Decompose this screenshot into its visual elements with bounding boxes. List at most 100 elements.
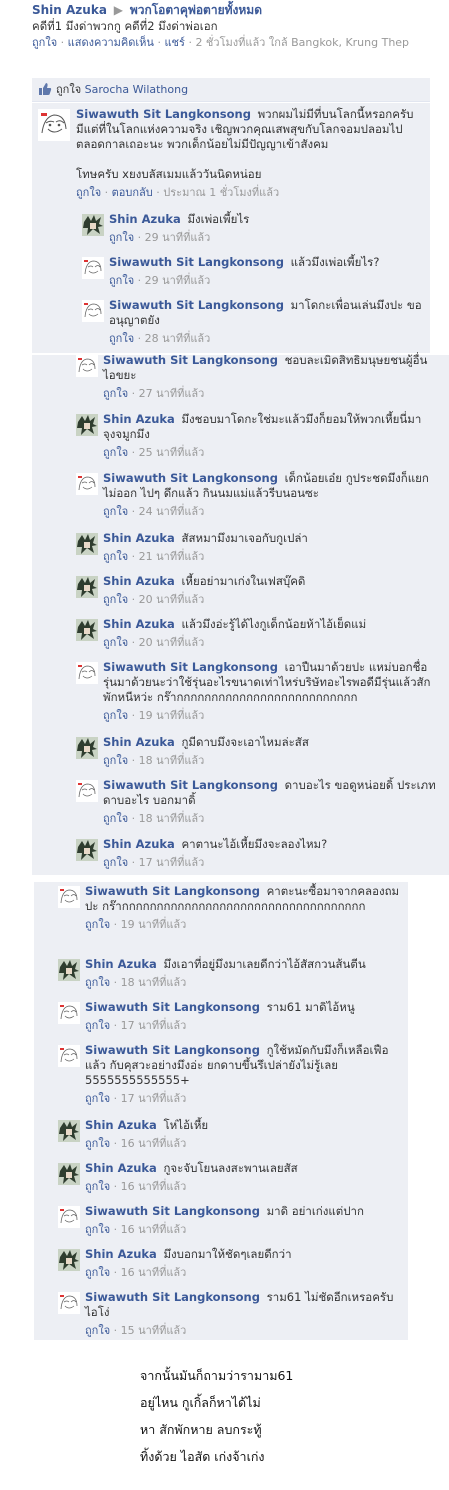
anime-avatar-icon[interactable] — [76, 414, 98, 436]
sketch-avatar-icon[interactable] — [58, 886, 80, 908]
commenter-name-link[interactable]: Shin Azuka — [85, 1118, 157, 1132]
commenter-name-link[interactable]: Shin Azuka — [103, 837, 175, 851]
comment-like-link[interactable]: ถูกใจ — [109, 274, 134, 287]
commenter-name-link[interactable]: Shin Azuka — [103, 531, 175, 545]
post-like-link[interactable]: ถูกใจ — [32, 36, 57, 49]
sketch-avatar-icon[interactable] — [58, 1206, 80, 1228]
post-group-link[interactable]: พวกโอตาคุพ่อตายทั้งหมด — [130, 3, 262, 17]
comment-meta: ถูกใจ · 18 นาทีที่แล้ว — [85, 976, 187, 989]
commenter-name-link[interactable]: Siwawuth Sit Langkonsong — [85, 884, 260, 898]
anime-avatar-icon[interactable] — [58, 1249, 80, 1271]
anime-avatar-icon[interactable] — [76, 619, 98, 641]
commenter-name-link[interactable]: Siwawuth Sit Langkonsong — [103, 353, 278, 367]
post-text: คดีที่1 มึงด่าพวกกู คดีที่2 มึงด่าพ่อเอก — [32, 19, 218, 33]
sketch-avatar-icon[interactable] — [58, 1045, 80, 1067]
comment-time: ประมาณ 1 ชั่วโมงที่แล้ว — [163, 186, 280, 199]
sketch-avatar-icon[interactable] — [58, 1002, 80, 1024]
commenter-name-link[interactable]: Shin Azuka — [109, 212, 181, 226]
comment-like-link[interactable]: ถูกใจ — [85, 1324, 110, 1337]
anime-avatar-icon[interactable] — [76, 533, 98, 555]
comment-like-link[interactable]: ถูกใจ — [85, 1019, 110, 1032]
commenter-name-link[interactable]: Shin Azuka — [103, 574, 175, 588]
comment-like-link[interactable]: ถูกใจ — [103, 505, 128, 518]
anime-avatar-icon[interactable] — [76, 576, 98, 598]
commenter-name-link[interactable]: Siwawuth Sit Langkonsong — [103, 660, 278, 674]
comment-like-link[interactable]: ถูกใจ — [103, 754, 128, 767]
commenter-name-link[interactable]: Shin Azuka — [85, 1161, 157, 1175]
post-time: 2 ชั่วโมงที่แล้ว ใกล้ Bangkok, Krung The… — [195, 36, 410, 49]
sketch-avatar-icon[interactable] — [82, 257, 104, 279]
comment-time: 18 นาทีที่แล้ว — [138, 812, 205, 825]
comment-time: 18 นาทีที่แล้ว — [120, 976, 187, 989]
commenter-name-link[interactable]: Siwawuth Sit Langkonsong — [85, 1204, 260, 1218]
comment-like-link[interactable]: ถูกใจ — [85, 1223, 110, 1236]
comment-time: 19 นาทีที่แล้ว — [138, 709, 205, 722]
sketch-avatar-icon[interactable] — [76, 662, 98, 684]
sketch-avatar-icon[interactable] — [58, 1292, 80, 1314]
comment-time: 29 นาทีที่แล้ว — [144, 231, 211, 244]
comment-like-link[interactable]: ถูกใจ — [103, 550, 128, 563]
comment-text: แล้วมึงอ่ะรู้ได้ไงกูเด็กน้อยห้าไอ้เย็ดแม… — [181, 617, 367, 631]
comment-time: 28 นาทีที่แล้ว — [144, 332, 211, 345]
anime-avatar-icon[interactable] — [76, 737, 98, 759]
footer-line: ทิ้งด้วย ไอสัด เก่งจ้าเก่ง — [140, 1449, 265, 1464]
comment-like-link[interactable]: ถูกใจ — [85, 918, 110, 931]
comment-like-link[interactable]: ถูกใจ — [103, 856, 128, 869]
commenter-name-link[interactable]: Siwawuth Sit Langkonsong — [85, 1290, 260, 1304]
commenter-name-link[interactable]: Shin Azuka — [85, 1247, 157, 1261]
comment-like-link[interactable]: ถูกใจ — [85, 976, 110, 989]
comment-like-link[interactable]: ถูกใจ — [103, 636, 128, 649]
comment-time: 17 นาทีที่แล้ว — [120, 1092, 187, 1105]
comment-like-link[interactable]: ถูกใจ — [76, 186, 101, 199]
anime-avatar-icon[interactable] — [58, 959, 80, 981]
commenter-name-link[interactable]: Shin Azuka — [85, 957, 157, 971]
anime-avatar-icon[interactable] — [58, 1120, 80, 1142]
commenter-name-link[interactable]: Shin Azuka — [103, 412, 175, 426]
comment-like-link[interactable]: ถูกใจ — [103, 446, 128, 459]
anime-avatar-icon[interactable] — [82, 214, 104, 236]
commenter-name-link[interactable]: Siwawuth Sit Langkonsong — [109, 255, 284, 269]
commenter-name-link[interactable]: Siwawuth Sit Langkonsong — [85, 1000, 260, 1014]
commenter-name-link[interactable]: Siwawuth Sit Langkonsong — [85, 1043, 260, 1057]
comment-time: 20 นาทีที่แล้ว — [138, 593, 205, 606]
comment-like-link[interactable]: ถูกใจ — [85, 1180, 110, 1193]
comment-like-link[interactable]: ถูกใจ — [103, 593, 128, 606]
comment-like-link[interactable]: ถูกใจ — [85, 1266, 110, 1279]
comment-like-link[interactable]: ถูกใจ — [103, 387, 128, 400]
comment-like-link[interactable]: ถูกใจ — [103, 812, 128, 825]
comment-time: 16 นาทีที่แล้ว — [120, 1266, 187, 1279]
separator: · — [60, 36, 65, 49]
anime-avatar-icon[interactable] — [58, 1163, 80, 1185]
comment-like-link[interactable]: ถูกใจ — [103, 709, 128, 722]
sketch-avatar-icon[interactable] — [82, 300, 104, 322]
comment-text: มึงเพ่อเพี้ยไร — [187, 212, 250, 226]
sketch-avatar-icon[interactable] — [38, 109, 70, 141]
comment-like-link[interactable]: ถูกใจ — [109, 332, 134, 345]
comment-meta: ถูกใจ · 27 นาทีที่แล้ว — [103, 387, 205, 400]
sketch-avatar-icon[interactable] — [76, 780, 98, 802]
comment-meta: ถูกใจ · 18 นาทีที่แล้ว — [103, 812, 205, 825]
post-author-link[interactable]: Shin Azuka — [32, 3, 107, 17]
comment-item: Siwawuth Sit Langkonsong พวกผมไม่มีที่บน… — [38, 107, 428, 207]
commenter-name-link[interactable]: Siwawuth Sit Langkonsong — [103, 778, 278, 792]
comment-like-link[interactable]: ถูกใจ — [109, 231, 134, 244]
commenter-name-link[interactable]: Siwawuth Sit Langkonsong — [76, 107, 251, 121]
commenter-name-link[interactable]: Shin Azuka — [103, 735, 175, 749]
comment-time: 19 นาทีที่แล้ว — [120, 918, 187, 931]
comment-like-link[interactable]: ถูกใจ — [85, 1137, 110, 1150]
liker-name-link[interactable]: Sarocha Wilathong — [85, 83, 188, 96]
post-share-link[interactable]: แชร์ — [164, 36, 184, 49]
sketch-avatar-icon[interactable] — [76, 355, 98, 377]
commenter-name-link[interactable]: Siwawuth Sit Langkonsong — [109, 298, 284, 312]
comment-meta: ถูกใจ · 17 นาทีที่แล้ว — [103, 856, 205, 869]
comment-meta: ถูกใจ · ตอบกลับ · ประมาณ 1 ชั่วโมงที่แล้… — [76, 186, 280, 199]
comment-like-link[interactable]: ถูกใจ — [85, 1092, 110, 1105]
commenter-name-link[interactable]: Shin Azuka — [103, 617, 175, 631]
sketch-avatar-icon[interactable] — [76, 473, 98, 495]
anime-avatar-icon[interactable] — [76, 839, 98, 861]
comment-text: กูมีดาบมึงจะเอาไหมล่ะสัส — [181, 735, 309, 749]
post-comment-link[interactable]: แสดงความคิดเห็น — [68, 36, 154, 49]
comment-time: 15 นาทีที่แล้ว — [120, 1324, 187, 1337]
commenter-name-link[interactable]: Siwawuth Sit Langkonsong — [103, 471, 278, 485]
comment-reply-link[interactable]: ตอบกลับ — [112, 186, 153, 199]
